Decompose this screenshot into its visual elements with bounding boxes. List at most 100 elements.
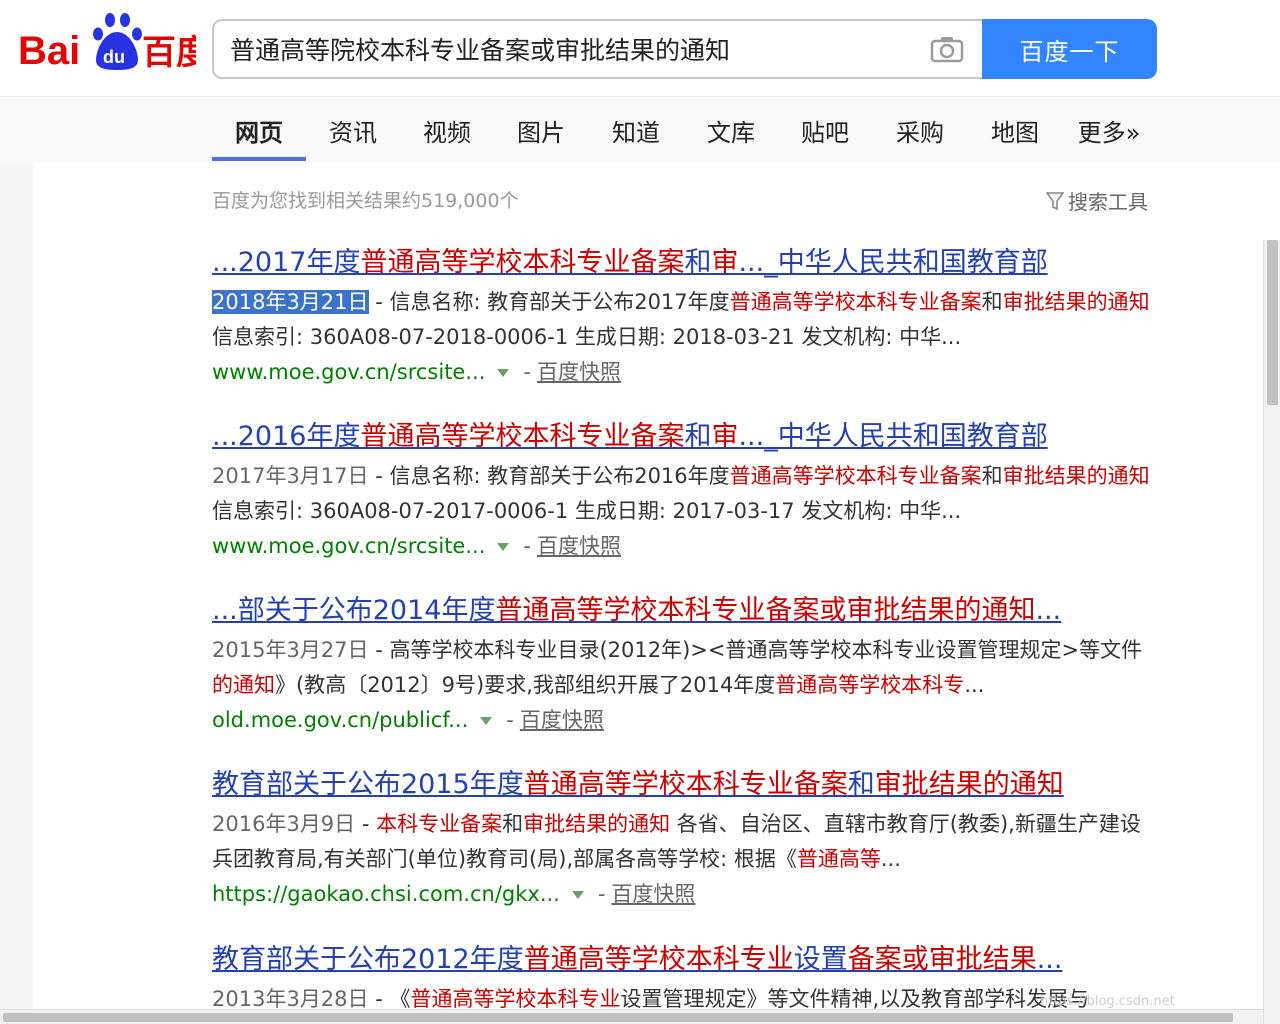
highlighted-keyword: 审批结果的通知 xyxy=(1002,290,1150,314)
highlighted-keyword: 审 xyxy=(711,247,739,278)
left-margin xyxy=(0,163,33,1024)
highlighted-keyword: 本科专业备案 xyxy=(376,812,503,836)
highlighted-keyword: 普通高等学校本科专业备案 xyxy=(729,290,982,314)
highlighted-keyword: 审批结果的通知 xyxy=(874,769,1064,800)
tab-images[interactable]: 图片 xyxy=(494,97,588,163)
text-segment: ..._中华人民共和国教育部 xyxy=(738,247,1048,278)
tab-tieba[interactable]: 贴吧 xyxy=(778,97,872,163)
highlighted-keyword: 的通知 xyxy=(212,673,275,697)
result-abstract: 2015年3月27日 - 高等学校本科专业目录(2012年)><普通高等学校本科… xyxy=(212,633,1152,703)
highlighted-keyword: 普通高等学校本科专业备案 xyxy=(729,464,982,488)
active-tab-indicator xyxy=(212,157,306,161)
text-segment: 和 xyxy=(981,290,1003,314)
result-item: ...2016年度普通高等学校本科专业备案和审..._中华人民共和国教育部 20… xyxy=(212,419,1152,564)
baidu-logo[interactable]: Bai du 百度 xyxy=(18,10,196,72)
text-segment: - xyxy=(355,812,377,836)
text-segment: 设置管理规定》等文件精神,以及教育部学科发展与 xyxy=(620,987,1090,1011)
text-segment: 信息索引: 360A08-07-2018-0006-1 生成日期: 2018-0… xyxy=(212,325,962,349)
chevron-down-icon[interactable] xyxy=(497,542,510,551)
svg-text:Bai: Bai xyxy=(18,29,80,72)
highlighted-keyword: 普通高等学校本科专 xyxy=(775,673,965,697)
result-title-link[interactable]: 教育部关于公布2012年度普通高等学校本科专业设置备案或审批结果... xyxy=(212,942,1152,978)
text-segment: - 信息名称: 教育部关于公布2017年度 xyxy=(368,290,730,314)
tab-news[interactable]: 资讯 xyxy=(306,97,400,163)
chevron-down-icon[interactable] xyxy=(497,368,510,377)
header: Bai du 百度 百度一下 xyxy=(0,0,1280,97)
result-url[interactable]: www.moe.gov.cn/srcsite... xyxy=(212,355,485,390)
snapshot-link[interactable]: 百度快照 xyxy=(520,703,604,738)
result-url-row: old.moe.gov.cn/publicf... - 百度快照 xyxy=(212,703,1152,738)
tabs-bar: 网页 资讯 视频 图片 知道 文库 贴吧 采购 地图 更多» xyxy=(0,97,1280,163)
result-url[interactable]: https://gaokao.chsi.com.cn/gkx... xyxy=(212,877,560,912)
text-segment: 教育部关于公布2015年度 xyxy=(212,769,524,800)
text-segment: 和 xyxy=(847,769,875,800)
snapshot-link[interactable]: 百度快照 xyxy=(537,529,621,564)
highlighted-keyword: 普通高等学校本科专业备案 xyxy=(523,769,848,800)
text-segment: - 高等学校本科专业目录(2012年)><普通高等学校本科专业设置管理规定>等文… xyxy=(368,638,1143,662)
vertical-scrollbar-thumb[interactable] xyxy=(1267,240,1278,405)
tab-web[interactable]: 网页 xyxy=(212,97,306,163)
text-segment: ...部关于公布2014年度 xyxy=(212,595,496,626)
snapshot-link[interactable]: 百度快照 xyxy=(611,877,695,912)
result-item: 教育部关于公布2015年度普通高等学校本科专业备案和审批结果的通知 2016年3… xyxy=(212,767,1152,912)
text-segment: ... xyxy=(1035,595,1062,626)
highlighted-keyword: 普通高等学校本科专业备案 xyxy=(360,247,685,278)
result-url[interactable]: www.moe.gov.cn/srcsite... xyxy=(212,529,485,564)
text-segment: ...2017年度 xyxy=(212,247,361,278)
highlighted-keyword: 审批结果的通知 xyxy=(523,812,671,836)
text-segment: 信息索引: 360A08-07-2017-0006-1 生成日期: 2017-0… xyxy=(212,499,962,523)
text-segment: ...2016年度 xyxy=(212,421,361,452)
highlighted-keyword: 普通高等学校本科专业 xyxy=(410,987,621,1011)
result-date: 2017年3月17日 xyxy=(212,464,369,488)
result-abstract: 2017年3月17日 - 信息名称: 教育部关于公布2016年度普通高等学校本科… xyxy=(212,459,1152,529)
search-box xyxy=(212,19,983,79)
highlighted-keyword: 普通高等学校本科专业 xyxy=(523,944,794,975)
result-date: 2016年3月9日 xyxy=(212,812,356,836)
tab-map[interactable]: 地图 xyxy=(968,97,1062,163)
svg-text:du: du xyxy=(103,47,125,67)
text-segment: ..._中华人民共和国教育部 xyxy=(738,421,1048,452)
search-tools-label: 搜索工具 xyxy=(1068,190,1148,214)
chevron-down-icon[interactable] xyxy=(571,890,584,899)
chevron-down-icon[interactable] xyxy=(480,716,493,725)
tab-purchase[interactable]: 采购 xyxy=(873,97,967,163)
separator: - xyxy=(597,882,606,906)
text-segment: - 《 xyxy=(368,987,411,1011)
text-segment: 和 xyxy=(684,421,712,452)
vertical-scrollbar[interactable] xyxy=(1263,240,1280,1024)
result-title-link[interactable]: ...2017年度普通高等学校本科专业备案和审..._中华人民共和国教育部 xyxy=(212,245,1152,281)
camera-icon[interactable] xyxy=(930,35,964,63)
result-abstract: 2018年3月21日 - 信息名称: 教育部关于公布2017年度普通高等学校本科… xyxy=(212,285,1152,355)
result-item: ...部关于公布2014年度普通高等学校本科专业备案或审批结果的通知... 20… xyxy=(212,593,1152,738)
result-url-row: www.moe.gov.cn/srcsite... - 百度快照 xyxy=(212,355,1152,390)
text-segment: - 信息名称: 教育部关于公布2016年度 xyxy=(368,464,730,488)
horizontal-scrollbar-thumb[interactable] xyxy=(3,1013,1233,1022)
text-segment: 和 xyxy=(684,247,712,278)
text-segment: 》(教高〔2012〕9号)要求,我部组织开展了2014年度 xyxy=(275,673,776,697)
tab-wenku[interactable]: 文库 xyxy=(684,97,778,163)
highlighted-keyword: 普通高等学校本科专业备案 xyxy=(360,421,685,452)
horizontal-scrollbar[interactable] xyxy=(0,1009,1263,1024)
text-segment: ... xyxy=(1036,944,1063,975)
search-input[interactable] xyxy=(228,29,908,69)
result-date: 2013年3月28日 xyxy=(212,987,369,1011)
tab-video[interactable]: 视频 xyxy=(400,97,494,163)
highlighted-keyword: 审 xyxy=(711,421,739,452)
svg-text:百度: 百度 xyxy=(142,33,196,72)
tab-zhidao[interactable]: 知道 xyxy=(589,97,683,163)
snapshot-link[interactable]: 百度快照 xyxy=(537,355,621,390)
text-segment: ... xyxy=(880,847,901,871)
result-title-link[interactable]: 教育部关于公布2015年度普通高等学校本科专业备案和审批结果的通知 xyxy=(212,767,1152,803)
result-url[interactable]: old.moe.gov.cn/publicf... xyxy=(212,703,468,738)
result-title-link[interactable]: ...部关于公布2014年度普通高等学校本科专业备案或审批结果的通知... xyxy=(212,593,1152,629)
result-date: 2018年3月21日 xyxy=(212,290,369,314)
highlighted-keyword: 普通高等学校本科专业备案或审批结果的通知 xyxy=(495,595,1036,626)
highlighted-keyword: 审批结果的通知 xyxy=(1002,464,1150,488)
result-title-link[interactable]: ...2016年度普通高等学校本科专业备案和审..._中华人民共和国教育部 xyxy=(212,419,1152,455)
text-segment: 设置 xyxy=(793,944,848,975)
result-item: ...2017年度普通高等学校本科专业备案和审..._中华人民共和国教育部 20… xyxy=(212,245,1152,390)
filter-icon xyxy=(1046,191,1064,210)
tab-more[interactable]: 更多» xyxy=(1062,97,1156,163)
search-tools-button[interactable]: 搜索工具 xyxy=(1046,186,1148,215)
search-button[interactable]: 百度一下 xyxy=(982,19,1157,79)
